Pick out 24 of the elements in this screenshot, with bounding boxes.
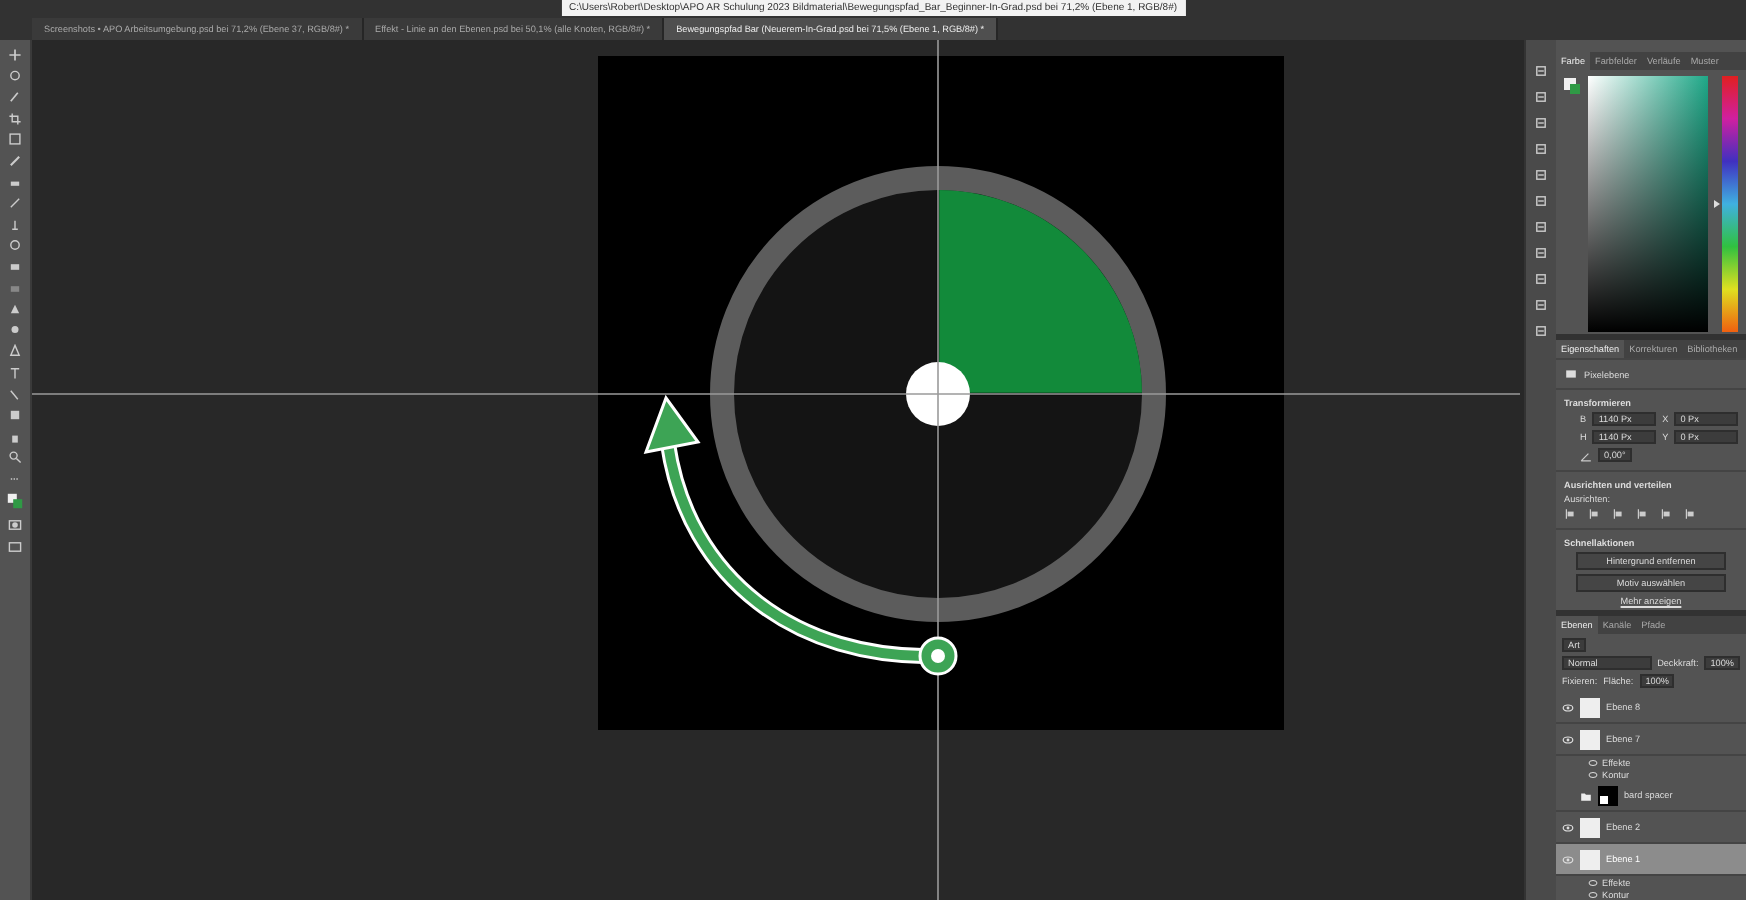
quick-mask-icon[interactable] (8, 518, 22, 533)
angle-icon (1580, 449, 1592, 461)
folder-icon[interactable] (1580, 789, 1592, 801)
color-swatches-icon[interactable] (1562, 76, 1582, 96)
color-field[interactable] (1588, 76, 1708, 332)
color-swatches-icon[interactable] (6, 492, 24, 511)
eye-icon[interactable] (1562, 821, 1574, 833)
text-tool-icon[interactable] (8, 365, 22, 380)
screen-mode-icon[interactable] (8, 539, 22, 554)
hue-slider-thumb[interactable] (1714, 200, 1720, 208)
align-bottom-icon[interactable] (1684, 508, 1696, 520)
align-top-icon[interactable] (1636, 508, 1648, 520)
pen-tool-icon[interactable] (8, 344, 22, 359)
move-tool-icon[interactable] (8, 48, 22, 62)
align-middle-icon[interactable] (1660, 508, 1672, 520)
zoom-tool-icon[interactable] (8, 450, 22, 465)
align-center-icon[interactable] (1588, 508, 1600, 520)
align-right-icon[interactable] (1612, 508, 1624, 520)
eye-icon[interactable] (1562, 733, 1574, 745)
eye-icon[interactable] (1562, 701, 1574, 713)
crop-tool-icon[interactable] (8, 111, 22, 126)
mask-thumbnail-icon (1598, 785, 1618, 805)
align-left-icon[interactable] (1564, 508, 1576, 520)
pixel-layer-icon (1564, 368, 1578, 380)
